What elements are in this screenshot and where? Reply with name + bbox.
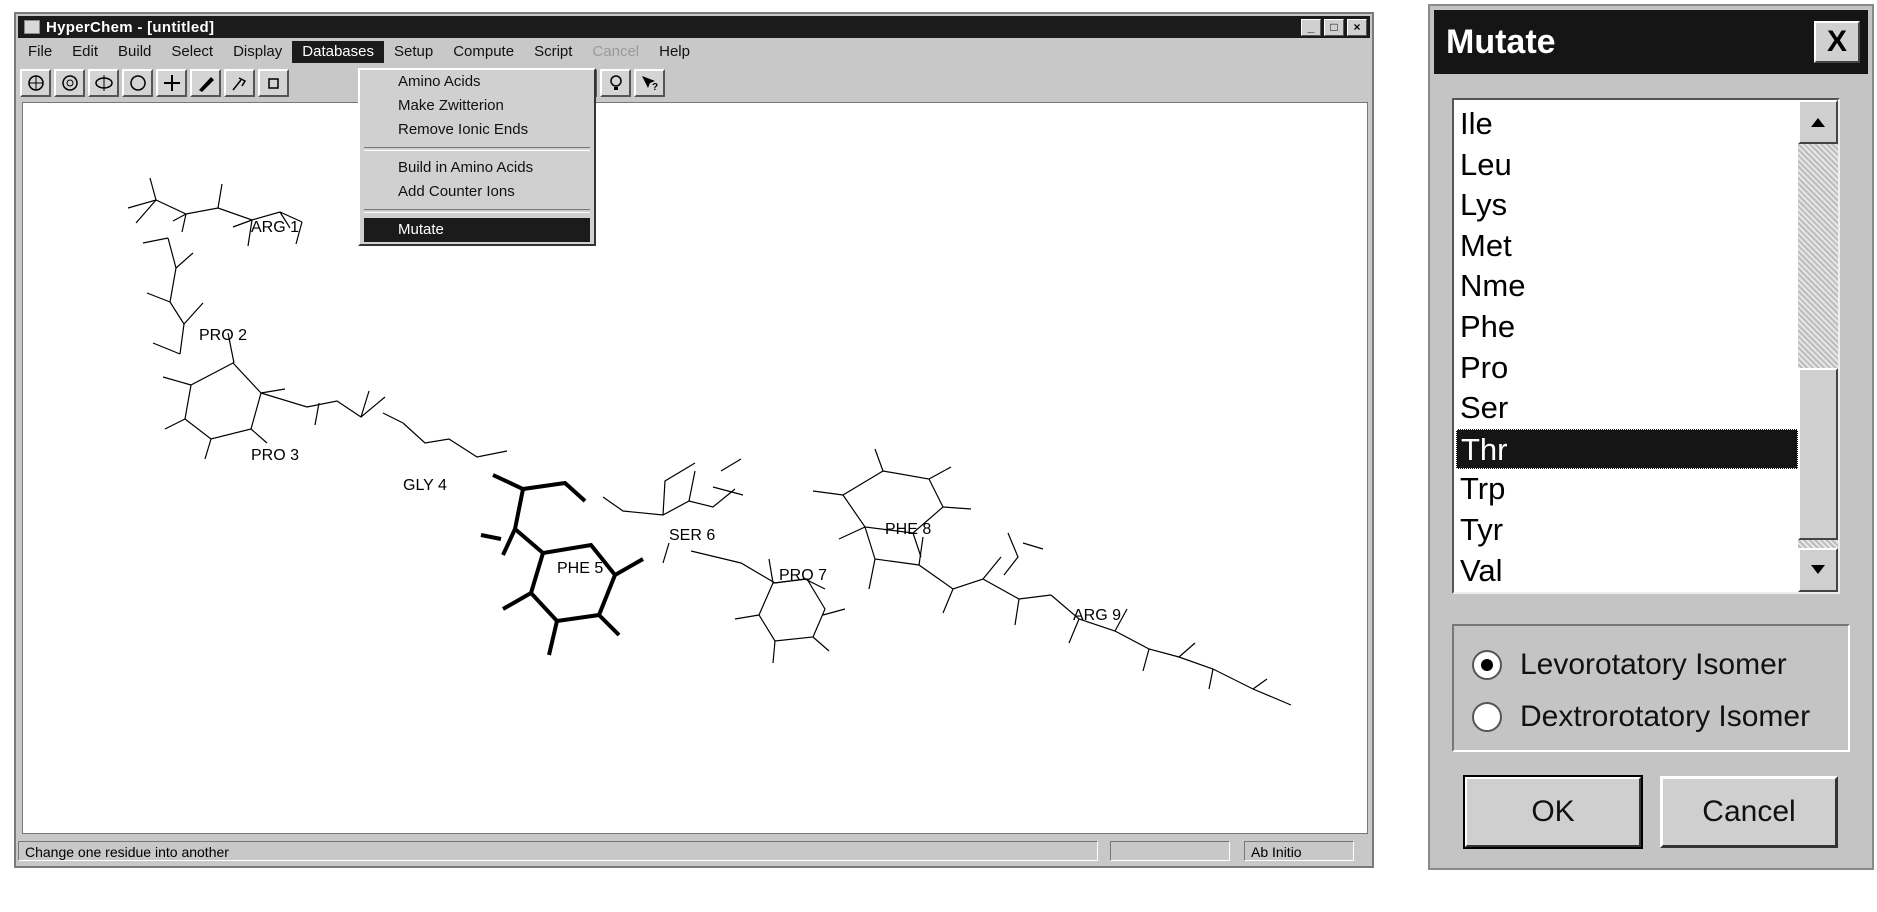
maximize-button[interactable]: □ — [1324, 18, 1344, 36]
rotate-z-tool[interactable] — [54, 69, 85, 97]
context-help-tool[interactable]: ? — [634, 69, 665, 97]
mutate-dialog: Mutate X Ile Leu Lys Met Nme Phe Pro Ser… — [1428, 4, 1874, 870]
molecule-workspace[interactable]: ARG 1 PRO 2 PRO 3 GLY 4 PHE 5 SER 6 PRO … — [22, 102, 1368, 834]
menubar: File Edit Build Select Display Databases… — [18, 40, 1370, 64]
select-arrow-icon — [231, 77, 246, 91]
arrow-up-icon — [1811, 118, 1825, 127]
residue-label: ARG 1 — [251, 219, 299, 236]
menu-edit[interactable]: Edit — [62, 41, 108, 63]
residue-label: SER 6 — [669, 527, 715, 544]
isomer-group: Levorotatory Isomer Dextrorotatory Isome… — [1452, 624, 1850, 752]
menu-item-add-counter-ions[interactable]: Add Counter Ions — [360, 180, 594, 204]
residue-label: GLY 4 — [403, 477, 447, 494]
list-item[interactable]: Trp — [1456, 469, 1798, 510]
radio-dextrorotatory-label: Dextrorotatory Isomer — [1520, 700, 1811, 733]
menu-separator — [364, 147, 590, 151]
svg-text:?: ? — [652, 82, 658, 93]
rotate-xy-tool[interactable] — [20, 69, 51, 97]
menu-script[interactable]: Script — [524, 41, 582, 63]
translate-xy-icon — [94, 75, 113, 91]
app-icon — [24, 20, 40, 34]
status-method: Ab Initio — [1244, 841, 1354, 861]
menu-databases[interactable]: Databases — [292, 41, 384, 63]
scroll-thumb[interactable] — [1798, 368, 1838, 540]
crosshair-icon — [163, 75, 180, 91]
translate-xy-tool[interactable] — [88, 69, 119, 97]
menu-item-build-in-amino-acids[interactable]: Build in Amino Acids — [360, 156, 594, 180]
list-item[interactable]: Val — [1456, 551, 1798, 592]
rotate-xy-icon — [27, 75, 44, 91]
list-item[interactable]: Pro — [1456, 348, 1798, 389]
menu-file[interactable]: File — [18, 41, 62, 63]
translate-z-icon — [129, 75, 146, 91]
residue-label: PHE 8 — [885, 521, 931, 538]
translate-z-tool[interactable] — [122, 69, 153, 97]
window-titlebar: HyperChem - [untitled] _ □ × — [18, 16, 1370, 38]
residue-listbox[interactable]: Ile Leu Lys Met Nme Phe Pro Ser Thr Trp … — [1452, 98, 1840, 594]
hyperchem-window: HyperChem - [untitled] _ □ × File Edit B… — [14, 12, 1374, 868]
menu-help[interactable]: Help — [649, 41, 700, 63]
menu-display[interactable]: Display — [223, 41, 292, 63]
residue-label: PRO 7 — [779, 567, 827, 584]
window-title: HyperChem - [untitled] — [46, 18, 215, 36]
radio-button[interactable] — [1472, 702, 1502, 732]
menu-separator — [364, 209, 590, 213]
clip-box-icon — [267, 78, 279, 89]
rotate-z-icon — [61, 75, 78, 91]
list-item[interactable]: Ser — [1456, 388, 1798, 429]
select-tool[interactable] — [224, 69, 255, 97]
zoom-tool[interactable] — [156, 69, 187, 97]
scroll-up-button[interactable] — [1798, 100, 1838, 144]
radio-levorotatory[interactable]: Levorotatory Isomer — [1472, 648, 1787, 682]
list-item[interactable]: Nme — [1456, 266, 1798, 307]
cancel-button[interactable]: Cancel — [1660, 776, 1838, 848]
list-item[interactable]: Leu — [1456, 145, 1798, 186]
residue-label: PRO 2 — [199, 327, 247, 344]
radio-button-checked[interactable] — [1472, 650, 1502, 680]
menu-build[interactable]: Build — [108, 41, 161, 63]
dialog-title: Mutate — [1446, 22, 1556, 61]
statusbar: Change one residue into another Ab Initi… — [18, 838, 1370, 864]
menu-item-mutate[interactable]: Mutate — [364, 218, 590, 242]
menu-item-remove-ionic-ends[interactable]: Remove Ionic Ends — [360, 118, 594, 142]
radio-levorotatory-label: Levorotatory Isomer — [1520, 648, 1787, 681]
databases-menu: Amino Acids Make Zwitterion Remove Ionic… — [358, 68, 596, 246]
lightbulb-icon — [609, 75, 622, 90]
status-message: Change one residue into another — [18, 841, 1098, 861]
list-item[interactable]: Ile — [1456, 104, 1798, 145]
list-item[interactable]: Met — [1456, 226, 1798, 267]
help-tool[interactable] — [600, 69, 631, 97]
menu-setup[interactable]: Setup — [384, 41, 443, 63]
dialog-close-button[interactable]: X — [1814, 21, 1860, 63]
dialog-titlebar: Mutate X — [1434, 10, 1868, 74]
draw-tool[interactable] — [190, 69, 221, 97]
minimize-button[interactable]: _ — [1301, 18, 1321, 36]
residue-label: PRO 3 — [251, 447, 299, 464]
close-button[interactable]: × — [1347, 18, 1367, 36]
list-item-selected[interactable]: Thr — [1456, 428, 1798, 470]
toolbar: ? — [18, 66, 1370, 100]
arrow-down-icon — [1811, 565, 1825, 574]
radio-dextrorotatory[interactable]: Dextrorotatory Isomer — [1472, 700, 1810, 734]
list-item[interactable]: Lys — [1456, 185, 1798, 226]
help-pointer-icon: ? — [641, 76, 658, 93]
clip-tool[interactable] — [258, 69, 289, 97]
list-item[interactable]: Tyr — [1456, 510, 1798, 551]
list-scrollbar[interactable] — [1798, 100, 1838, 592]
menu-item-amino-acids[interactable]: Amino Acids — [360, 70, 594, 94]
list-item[interactable]: Phe — [1456, 307, 1798, 348]
molecule-drawing: ARG 1 PRO 2 PRO 3 GLY 4 PHE 5 SER 6 PRO … — [127, 177, 1292, 706]
ok-button[interactable]: OK — [1463, 775, 1643, 849]
menu-cancel: Cancel — [592, 43, 640, 60]
residue-label: ARG 9 — [1073, 607, 1121, 624]
pencil-icon — [198, 77, 214, 92]
residue-label: PHE 5 — [557, 560, 603, 577]
menu-select[interactable]: Select — [161, 41, 223, 63]
status-blank — [1110, 841, 1230, 861]
scroll-down-button[interactable] — [1798, 548, 1838, 592]
menu-item-make-zwitterion[interactable]: Make Zwitterion — [360, 94, 594, 118]
menu-compute[interactable]: Compute — [443, 41, 524, 63]
